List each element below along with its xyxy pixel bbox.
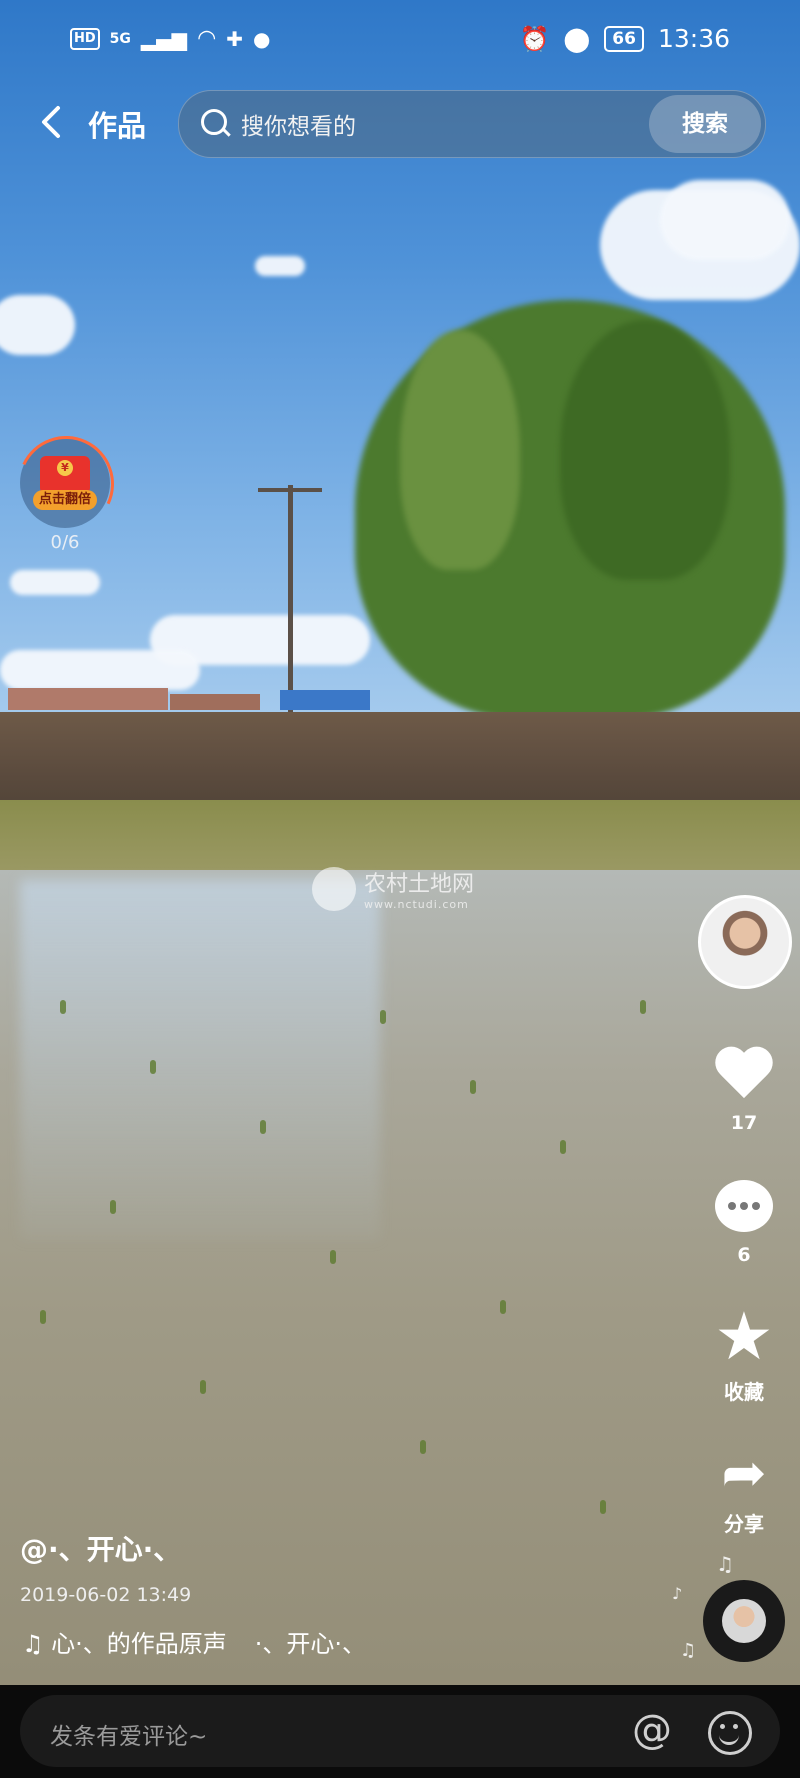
signal-icon: ▂▄▆	[140, 26, 188, 51]
comment-placeholder: 发条有爱评论~	[50, 1724, 208, 1750]
coin-icon: ¥	[57, 460, 73, 476]
network-type: 5G	[109, 30, 131, 47]
rice-sprout	[560, 1140, 566, 1154]
rice-sprout	[150, 1060, 156, 1074]
cloud	[0, 295, 75, 355]
music-disc[interactable]	[703, 1580, 785, 1662]
music-title: 心·、的作品原声	[51, 1630, 227, 1658]
search-button[interactable]: 搜索	[649, 95, 761, 153]
music-note-icon: ♫	[716, 1552, 734, 1576]
page-title: 作品	[88, 109, 147, 143]
rice-sprout	[600, 1500, 606, 1514]
emoji-icon[interactable]	[708, 1711, 752, 1755]
rice-sprout	[420, 1440, 426, 1454]
star-icon[interactable]: ★	[712, 1304, 776, 1370]
author-name[interactable]: @·、开心·、	[20, 1528, 181, 1568]
red-packet-label: 点击翻倍	[33, 490, 97, 510]
music-disc-avatar	[722, 1599, 766, 1643]
at-icon[interactable]: @	[632, 1707, 672, 1753]
music-note-icon: ♫	[22, 1630, 44, 1658]
status-bar: HD 5G ▂▄▆ ◠ ✚ ● ⏰ ⬤ 66 13:36	[0, 0, 800, 80]
author-avatar[interactable]	[698, 895, 792, 989]
rice-sprout	[110, 1200, 116, 1214]
favorite-label: 收藏	[724, 1380, 764, 1404]
rice-sprout	[260, 1120, 266, 1134]
rice-sprout	[640, 1000, 646, 1014]
video-player[interactable]	[0, 0, 800, 1685]
music-author: ·、开心·、	[254, 1630, 367, 1658]
clock: 13:36	[657, 24, 730, 53]
post-date: 2019-06-02 13:49	[20, 1584, 192, 1606]
search-icon	[201, 109, 227, 135]
alarm-icon: ⏰	[519, 24, 550, 53]
heart-icon[interactable]	[714, 1048, 774, 1104]
search-bar[interactable]: 搜你想看的 搜索	[178, 90, 766, 158]
pole-crossbar	[258, 488, 322, 492]
village-houses	[0, 680, 380, 710]
rice-sprout	[200, 1380, 206, 1394]
location-icon: ⬤	[563, 24, 591, 53]
tree	[400, 330, 520, 570]
app-notification-icon: ✚	[226, 26, 244, 51]
tree	[560, 320, 730, 580]
comment-count: 6	[737, 1244, 751, 1266]
share-label: 分享	[724, 1512, 764, 1536]
rice-sprout	[470, 1080, 476, 1094]
music-info[interactable]: ♫ 心·、的作品原声 ·、开心·、	[22, 1624, 366, 1659]
red-packet-widget[interactable]: ¥ 点击翻倍	[4, 422, 128, 546]
search-input[interactable]: 搜你想看的	[241, 107, 356, 141]
watermark-name: 农村土地网	[364, 872, 475, 897]
watermark-url: www.nctudi.com	[364, 898, 469, 911]
bottom-bar: 发条有爱评论~ @	[0, 1685, 800, 1778]
music-note-icon: ♫	[680, 1640, 697, 1661]
comment-input[interactable]: 发条有爱评论~ @	[20, 1695, 780, 1767]
top-bar: 作品 搜你想看的 搜索	[0, 90, 800, 160]
music-note-icon: ♪	[672, 1584, 683, 1603]
wifi-icon: ◠	[197, 26, 217, 51]
battery-indicator: 66	[604, 25, 644, 52]
hd-badge: HD	[70, 27, 100, 50]
cloud	[660, 180, 790, 260]
watermark: 农村土地网 www.nctudi.com	[312, 866, 474, 911]
red-packet-progress: 0/6	[50, 532, 80, 553]
rice-sprout	[330, 1250, 336, 1264]
wechat-icon: ●	[253, 26, 271, 51]
comment-icon[interactable]	[715, 1180, 773, 1232]
watermark-logo-icon	[312, 866, 356, 911]
rice-sprout	[500, 1300, 506, 1314]
cloud	[10, 570, 100, 595]
rice-sprout	[40, 1310, 46, 1324]
share-icon[interactable]: ➦	[712, 1445, 776, 1501]
cloud	[255, 256, 305, 276]
rice-sprout	[380, 1010, 386, 1024]
sky-reflection	[20, 880, 380, 1240]
rice-sprout	[60, 1000, 66, 1014]
back-arrow-icon[interactable]	[36, 100, 76, 146]
like-count: 17	[730, 1112, 758, 1134]
